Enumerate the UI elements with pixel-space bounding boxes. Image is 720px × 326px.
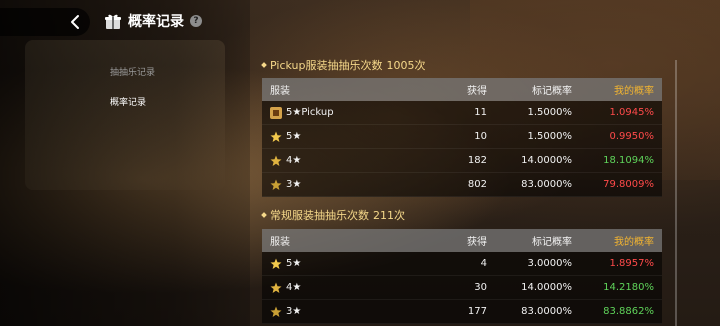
obtained-count: 11 xyxy=(474,107,487,118)
tier-label: 4★ xyxy=(286,282,302,293)
table-row: 4★ 182 14.0000% 18.1094% xyxy=(262,149,662,173)
my-rate: 0.9950% xyxy=(609,131,655,142)
regular-section-label: 常规服装抽抽乐次数 xyxy=(270,209,369,222)
page-title: 概率记录 xyxy=(128,14,184,30)
my-rate: 1.0945% xyxy=(609,107,655,118)
tier-label: 5★Pickup xyxy=(286,107,334,118)
obtained-count: 802 xyxy=(467,179,487,190)
my-rate: 79.8009% xyxy=(603,179,654,190)
pickup-table: 服装 获得 标记概率 我的概率 5★Pickup 11 1.5000% 1.09… xyxy=(262,78,662,197)
tier-label: 4★ xyxy=(286,155,302,166)
tier-label: 5★ xyxy=(286,258,302,269)
star-5-icon xyxy=(270,258,282,269)
obtained-count: 4 xyxy=(480,258,487,269)
page-header: 概率记录 ? xyxy=(104,11,202,31)
bullet-icon xyxy=(261,62,267,68)
back-button[interactable] xyxy=(0,8,90,36)
marked-rate: 83.0000% xyxy=(521,179,572,190)
table-header-row: 服装 获得 标记概率 我的概率 xyxy=(262,229,662,252)
marked-rate: 14.0000% xyxy=(521,155,572,166)
obtained-count: 182 xyxy=(467,155,487,166)
obtained-count: 177 xyxy=(467,306,487,317)
column-header-obtained: 获得 xyxy=(467,237,487,248)
star-3-icon xyxy=(270,306,282,317)
column-header-costume: 服装 xyxy=(270,237,290,248)
star-5-icon xyxy=(270,131,282,142)
marked-rate: 3.0000% xyxy=(527,258,573,269)
pickup-section-title: Pickup服装抽抽乐次数 1005次 xyxy=(261,57,426,73)
tab-gacha-record[interactable]: 抽抽乐记录 xyxy=(110,65,155,78)
regular-section-title: 常规服装抽抽乐次数 211次 xyxy=(261,207,405,223)
table-row: 5★Pickup 11 1.5000% 1.0945% xyxy=(262,101,662,125)
regular-section-count: 211次 xyxy=(373,209,405,222)
star-3-icon xyxy=(270,179,282,190)
gift-box-icon xyxy=(105,14,121,29)
obtained-count: 30 xyxy=(474,282,487,293)
pickup-icon xyxy=(270,106,282,119)
column-header-marked-rate: 标记概率 xyxy=(532,86,572,97)
chevron-left-icon xyxy=(71,15,79,29)
marked-rate: 1.5000% xyxy=(527,131,573,142)
table-row: 4★ 30 14.0000% 14.2180% xyxy=(262,276,662,300)
column-header-marked-rate: 标记概率 xyxy=(532,237,572,248)
star-4-icon xyxy=(270,282,282,293)
marked-rate: 14.0000% xyxy=(521,282,572,293)
table-row: 5★ 10 1.5000% 0.9950% xyxy=(262,125,662,149)
column-header-costume: 服装 xyxy=(270,86,290,97)
tier-label: 3★ xyxy=(286,306,302,317)
scrollbar[interactable] xyxy=(675,60,677,326)
table-row: 3★ 802 83.0000% 79.8009% xyxy=(262,173,662,197)
tier-label: 5★ xyxy=(286,131,302,142)
marked-rate: 83.0000% xyxy=(521,306,572,317)
column-header-my-rate: 我的概率 xyxy=(614,86,654,97)
marked-rate: 1.5000% xyxy=(527,107,573,118)
table-header-row: 服装 获得 标记概率 我的概率 xyxy=(262,78,662,101)
my-rate: 83.8862% xyxy=(603,306,654,317)
table-row: 3★ 177 83.0000% 83.8862% xyxy=(262,300,662,324)
tier-label: 3★ xyxy=(286,179,302,190)
tab-probability-record[interactable]: 概率记录 xyxy=(110,95,146,108)
my-rate: 14.2180% xyxy=(603,282,654,293)
left-shade xyxy=(0,0,250,326)
column-header-obtained: 获得 xyxy=(467,86,487,97)
pickup-section-count: 1005次 xyxy=(386,59,426,72)
table-row: 5★ 4 3.0000% 1.8957% xyxy=(262,252,662,276)
bullet-icon xyxy=(261,212,267,218)
obtained-count: 10 xyxy=(474,131,487,142)
star-4-icon xyxy=(270,155,282,166)
my-rate: 1.8957% xyxy=(609,258,655,269)
column-header-my-rate: 我的概率 xyxy=(614,237,654,248)
my-rate: 18.1094% xyxy=(603,155,654,166)
help-icon[interactable]: ? xyxy=(190,15,202,27)
pickup-section-label: Pickup服装抽抽乐次数 xyxy=(270,59,383,72)
regular-table: 服装 获得 标记概率 我的概率 5★ 4 3.0000% 1.8957% 4★ … xyxy=(262,229,662,324)
